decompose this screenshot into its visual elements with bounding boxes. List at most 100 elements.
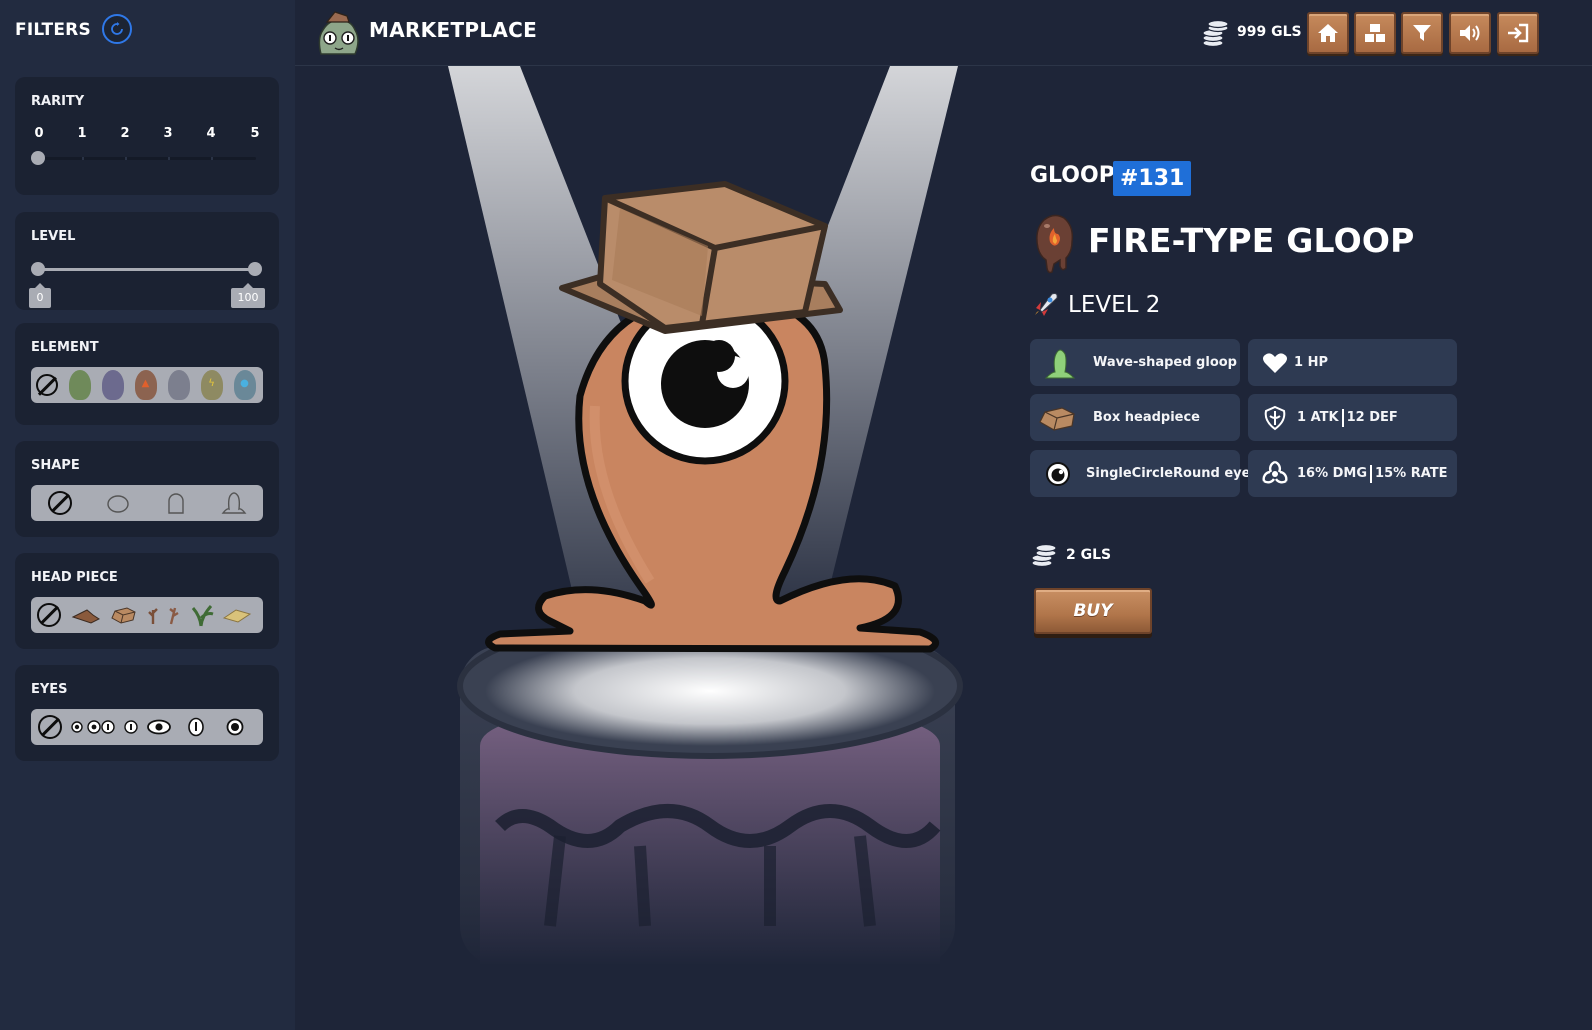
eyes-option-single-small[interactable] bbox=[69, 709, 85, 745]
eyes-label: EYES bbox=[31, 682, 68, 697]
hp-text: 1 HP bbox=[1294, 355, 1328, 370]
rarity-filter-card: RARITY 0 1 2 3 4 5 bbox=[15, 77, 279, 195]
element-option-fire[interactable]: ▲ bbox=[129, 367, 162, 403]
eyes-filter-card: EYES bbox=[15, 665, 279, 761]
single-circle-eye-icon bbox=[226, 718, 244, 736]
eyes-option-none[interactable] bbox=[31, 709, 69, 745]
headpiece-option-scroll[interactable] bbox=[217, 597, 257, 633]
atk-def-text: 1 ATK 12 DEF bbox=[1297, 394, 1398, 441]
rarity-tick bbox=[82, 157, 84, 160]
level-max-handle[interactable] bbox=[248, 262, 262, 276]
rarity-tick-label: 5 bbox=[250, 126, 260, 141]
none-icon bbox=[36, 374, 58, 396]
heart-icon bbox=[1262, 352, 1288, 374]
element-option-electric[interactable]: ϟ bbox=[195, 367, 228, 403]
sound-icon bbox=[1460, 25, 1480, 41]
single-circle-eye-icon bbox=[1045, 461, 1071, 487]
none-icon bbox=[37, 603, 61, 627]
headpiece-option-box[interactable] bbox=[105, 597, 143, 633]
shape-attribute-text: Wave-shaped gloop bbox=[1093, 355, 1237, 370]
rarity-tick-label: 3 bbox=[163, 126, 173, 141]
shape-option-none[interactable] bbox=[31, 485, 89, 521]
headpiece-label: HEAD PIECE bbox=[31, 570, 118, 585]
rarity-label: RARITY bbox=[31, 94, 85, 109]
balance-text: 999 GLS bbox=[1237, 24, 1302, 40]
reset-filters-button[interactable] bbox=[102, 14, 132, 44]
headpiece-filter-card: HEAD PIECE bbox=[15, 553, 279, 649]
gloop-label: GLOOP bbox=[1030, 163, 1115, 188]
def-text: 12 DEF bbox=[1346, 410, 1398, 425]
shape-option-round[interactable] bbox=[89, 485, 147, 521]
dmg-rate-text: 16% DMG 15% RATE bbox=[1297, 450, 1448, 497]
buy-button[interactable]: BUY bbox=[1034, 588, 1152, 634]
headpiece-option-branch[interactable] bbox=[163, 597, 185, 633]
twig-headpiece-icon bbox=[148, 608, 158, 624]
rarity-tick bbox=[211, 157, 213, 160]
filters-sidebar: FILTERS RARITY 0 1 2 3 4 5 LEVEL 0 100 E… bbox=[0, 0, 295, 1030]
eyes-attribute-text: SingleCircleRound eyes bbox=[1086, 466, 1259, 481]
logout-icon bbox=[1508, 23, 1529, 43]
coins-icon bbox=[1202, 19, 1229, 48]
single-small-eye-icon bbox=[71, 721, 83, 733]
inventory-icon bbox=[1365, 24, 1385, 42]
air-gloop-icon bbox=[167, 370, 190, 400]
gloop-showcase bbox=[448, 66, 963, 966]
box-headpiece-icon bbox=[1038, 404, 1078, 432]
triple-eye-icon bbox=[124, 720, 138, 734]
home-button[interactable] bbox=[1307, 12, 1349, 54]
eyes-attribute: SingleCircleRound eyes bbox=[1030, 450, 1258, 497]
shape-option-wave[interactable] bbox=[205, 485, 263, 521]
coins-icon bbox=[1031, 543, 1057, 568]
shape-options bbox=[31, 485, 263, 521]
headpiece-attribute-text: Box headpiece bbox=[1093, 410, 1201, 425]
refresh-icon bbox=[111, 22, 123, 35]
element-label: ELEMENT bbox=[31, 340, 99, 355]
atk-text: 1 ATK bbox=[1297, 410, 1339, 425]
filter-button[interactable] bbox=[1401, 12, 1443, 54]
shape-option-tall[interactable] bbox=[147, 485, 205, 521]
marketplace-logo bbox=[318, 11, 359, 55]
headpiece-attribute: Box headpiece bbox=[1030, 394, 1240, 441]
crest-icon bbox=[1262, 405, 1288, 431]
level-range-track[interactable] bbox=[38, 268, 256, 271]
element-option-none[interactable] bbox=[31, 367, 63, 403]
element-option-shadow[interactable] bbox=[96, 367, 129, 403]
logout-button[interactable] bbox=[1497, 12, 1539, 54]
gloop-type-title: FIRE-TYPE GLOOP bbox=[1088, 221, 1415, 260]
element-option-earth[interactable] bbox=[63, 367, 96, 403]
headpiece-option-none[interactable] bbox=[31, 597, 67, 633]
rarity-tick bbox=[125, 157, 127, 160]
shape-label: SHAPE bbox=[31, 458, 80, 473]
filters-header: FILTERS bbox=[15, 18, 91, 42]
eyes-option-single-circle[interactable] bbox=[215, 709, 255, 745]
filters-title: FILTERS bbox=[15, 20, 91, 40]
rate-text: 15% RATE bbox=[1375, 466, 1448, 481]
earth-gloop-icon bbox=[68, 370, 91, 400]
level-min-handle[interactable] bbox=[31, 262, 45, 276]
eyes-options bbox=[31, 709, 263, 745]
rarity-slider-handle[interactable] bbox=[31, 151, 45, 165]
eyes-option-slit[interactable] bbox=[177, 709, 215, 745]
rocket-icon bbox=[1035, 293, 1058, 316]
eyes-option-wide[interactable] bbox=[141, 709, 177, 745]
rarity-track[interactable] bbox=[38, 157, 256, 160]
element-option-air[interactable] bbox=[162, 367, 195, 403]
rarity-tick-label: 0 bbox=[34, 126, 44, 141]
sound-button[interactable] bbox=[1449, 12, 1491, 54]
eyes-option-double[interactable] bbox=[85, 709, 121, 745]
headpiece-option-leaf[interactable] bbox=[185, 597, 217, 633]
dmg-text: 16% DMG bbox=[1297, 466, 1368, 481]
none-icon bbox=[48, 491, 72, 515]
cauldron bbox=[457, 613, 963, 966]
filter-icon bbox=[1413, 25, 1431, 41]
element-option-water[interactable]: ● bbox=[228, 367, 261, 403]
headpiece-option-cap[interactable] bbox=[67, 597, 105, 633]
shape-attribute: Wave-shaped gloop bbox=[1030, 339, 1240, 386]
eyes-option-triple[interactable] bbox=[121, 709, 141, 745]
water-gloop-icon: ● bbox=[233, 370, 256, 400]
rarity-scale: 0 1 2 3 4 5 bbox=[34, 126, 262, 142]
dmg-rate-attribute: 16% DMG 15% RATE bbox=[1248, 450, 1457, 497]
headpiece-option-twig[interactable] bbox=[143, 597, 163, 633]
inventory-button[interactable] bbox=[1354, 12, 1396, 54]
branch-headpiece-icon bbox=[169, 607, 179, 625]
